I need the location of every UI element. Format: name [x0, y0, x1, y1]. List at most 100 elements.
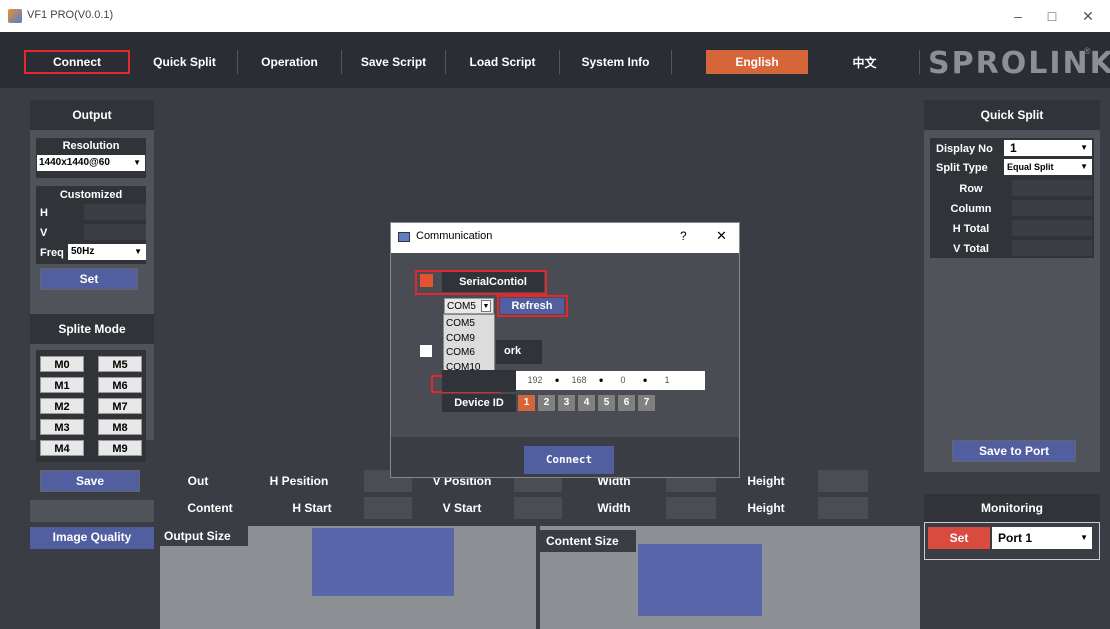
customized-label: Customized	[59, 189, 123, 201]
com-option[interactable]: COM5	[444, 317, 494, 331]
ip-octet-1[interactable]: 192	[522, 371, 548, 389]
port-select[interactable]: Port 1 ▼	[992, 527, 1092, 549]
menu-quick-split[interactable]: Quick Split	[132, 50, 238, 74]
resolution-select[interactable]: 1440x1440@60 ▼	[37, 155, 145, 171]
height-input[interactable]	[818, 470, 868, 492]
device-id-button[interactable]: 1	[518, 395, 535, 411]
dialog-close-button[interactable]: ✕	[716, 228, 727, 244]
registered-mark: ®	[1084, 46, 1091, 56]
device-id-button[interactable]: 3	[558, 395, 575, 411]
ip-dot: •	[643, 373, 648, 387]
split-mode-button[interactable]: M4	[40, 440, 84, 456]
menu-save-script[interactable]: Save Script	[342, 50, 446, 74]
table-content-height-label: Height	[747, 501, 785, 515]
column-label: Column	[950, 203, 992, 215]
menu-connect[interactable]: Connect	[24, 50, 130, 74]
h-total-input[interactable]	[1012, 220, 1092, 236]
output-size-label: Output Size	[160, 526, 248, 546]
freq-label: Freq	[40, 247, 64, 259]
column-input[interactable]	[1012, 200, 1092, 216]
ip-dot: •	[555, 373, 560, 387]
menu-load-script[interactable]: Load Script	[446, 50, 560, 74]
chevron-down-icon: ▼	[1080, 143, 1088, 152]
display-no-select[interactable]: 1 ▼	[1004, 140, 1092, 156]
chevron-down-icon: ▼	[1080, 162, 1088, 171]
menu-system-info[interactable]: System Info	[560, 50, 672, 74]
device-id-button[interactable]: 4	[578, 395, 595, 411]
device-id-button[interactable]: 7	[638, 395, 655, 411]
ip-octet-3[interactable]: 0	[610, 371, 636, 389]
h-start-input[interactable]	[364, 497, 412, 519]
com-option[interactable]: COM6	[444, 346, 494, 360]
language-chinese-button[interactable]: 中文	[810, 50, 920, 74]
split-mode-button[interactable]: M8	[98, 419, 142, 435]
output-set-button[interactable]: Set	[40, 268, 138, 290]
image-quality-button[interactable]: Image Quality	[30, 527, 154, 549]
v-total-label: V Total	[953, 243, 989, 255]
split-mode-button[interactable]: M5	[98, 356, 142, 372]
content-size-rect[interactable]	[638, 544, 762, 616]
row-input[interactable]	[1012, 180, 1092, 196]
chevron-down-icon: ▼	[481, 300, 491, 312]
content-size-label: Content Size	[540, 530, 636, 552]
split-mode-button[interactable]: M1	[40, 377, 84, 393]
dialog-title: Communication	[416, 230, 493, 242]
split-mode-button[interactable]: M0	[40, 356, 84, 372]
split-type-label: Split Type	[936, 162, 988, 174]
dialog-help-button[interactable]: ?	[680, 229, 687, 243]
split-type-select[interactable]: Equal Split ▼	[1004, 159, 1092, 175]
refresh-button[interactable]: Refresh	[500, 298, 564, 314]
device-id-button[interactable]: 2	[538, 395, 555, 411]
v-input[interactable]	[84, 224, 146, 240]
v-total-input[interactable]	[1012, 240, 1092, 256]
split-save-button[interactable]: Save	[40, 470, 140, 492]
split-mode-title: Splite Mode	[30, 314, 154, 344]
serial-radio[interactable]	[420, 274, 433, 287]
minimize-button[interactable]: –	[1008, 6, 1028, 26]
content-height-input[interactable]	[818, 497, 868, 519]
window-title: VF1 PRO(V0.0.1)	[27, 9, 114, 21]
dialog-connect-button[interactable]: Connect	[524, 446, 614, 474]
maximize-button[interactable]: □	[1042, 6, 1062, 26]
serial-label: SerialContiol	[442, 272, 544, 292]
table-h-start-label: H Start	[292, 501, 332, 515]
resolution-label: Resolution	[62, 140, 120, 152]
ip-octet-4[interactable]: 1	[654, 371, 680, 389]
split-mode-button[interactable]: M2	[40, 398, 84, 414]
title-bar	[0, 0, 1110, 32]
network-radio[interactable]	[420, 345, 432, 357]
save-to-port-button[interactable]: Save to Port	[952, 440, 1076, 462]
device-id-button[interactable]: 5	[598, 395, 615, 411]
table-content-width-label: Width	[597, 501, 631, 515]
chevron-down-icon: ▼	[1080, 533, 1088, 542]
ip-octet-2[interactable]: 168	[566, 371, 592, 389]
split-type-value: Equal Split	[1007, 162, 1054, 172]
display-no-label: Display No	[936, 143, 993, 155]
monitoring-set-button[interactable]: Set	[928, 527, 990, 549]
h-total-label: H Total	[952, 223, 990, 235]
split-mode-button[interactable]: M9	[98, 440, 142, 456]
h-input[interactable]	[84, 204, 146, 220]
com-selected-value: COM5	[447, 301, 476, 312]
menu-operation[interactable]: Operation	[238, 50, 342, 74]
output-size-rect[interactable]	[312, 528, 454, 596]
v-start-input[interactable]	[514, 497, 562, 519]
com-option[interactable]: COM9	[444, 332, 494, 346]
table-out-label: Out	[187, 474, 209, 488]
device-id-button[interactable]: 6	[618, 395, 635, 411]
split-mode-button[interactable]: M7	[98, 398, 142, 414]
app-icon	[8, 9, 22, 23]
split-mode-button[interactable]: M3	[40, 419, 84, 435]
freq-select[interactable]: 50Hz ▼	[68, 244, 146, 260]
close-window-button[interactable]: ✕	[1078, 6, 1098, 26]
table-v-start-label: V Start	[442, 501, 482, 515]
output-title: Output	[30, 100, 154, 130]
split-mode-button[interactable]: M6	[98, 377, 142, 393]
freq-value: 50Hz	[71, 246, 95, 257]
content-width-input[interactable]	[666, 497, 716, 519]
com-select[interactable]: COM5 ▼	[444, 298, 494, 314]
table-content-label: Content	[187, 501, 233, 515]
language-english-button[interactable]: English	[706, 50, 808, 74]
ip-label-box	[442, 370, 516, 392]
dialog-window-icon	[398, 232, 410, 242]
